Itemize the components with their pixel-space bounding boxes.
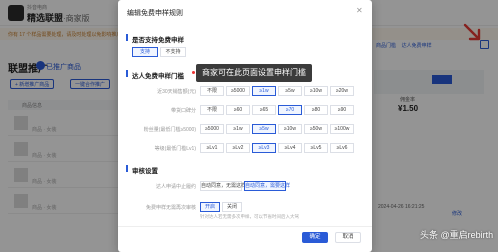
section-title-threshold: 达人免费申样门槛 xyxy=(132,73,184,80)
review-option[interactable]: 自动同意，需要这样 xyxy=(244,181,290,191)
threshold-option[interactable]: ≥Lv2 xyxy=(226,143,250,153)
threshold-option[interactable]: ≥5000 xyxy=(226,86,250,96)
review-row-label: 达人申请中止履约 xyxy=(155,184,196,190)
cancel-button[interactable]: 取消 xyxy=(335,232,361,243)
threshold-option[interactable]: ≥Lv5 xyxy=(304,143,328,153)
section-title-support: 是否支持免费申样 xyxy=(132,37,184,44)
section-marker xyxy=(126,165,128,172)
support-option[interactable]: 不支持 xyxy=(160,47,186,57)
support-option[interactable]: 支持 xyxy=(132,47,158,57)
threshold-option[interactable]: ≥Lv4 xyxy=(278,143,302,153)
threshold-option[interactable]: ≥Lv1 xyxy=(200,143,224,153)
threshold-row-label: 等级(最低门槛Lv1) xyxy=(154,146,196,152)
watermark: 头条 @重启rebirth xyxy=(420,230,494,240)
close-icon[interactable]: ✕ xyxy=(356,6,363,15)
threshold-option[interactable]: ≥5w xyxy=(252,124,276,134)
threshold-row-label: 粉丝量(最低门槛≥5000) xyxy=(143,127,196,133)
threshold-option[interactable]: ≥5000 xyxy=(200,124,224,134)
confirm-button[interactable]: 确定 xyxy=(302,232,328,243)
section-marker xyxy=(126,70,128,77)
threshold-row-label: 近30天销售额(元) xyxy=(157,89,196,95)
threshold-option[interactable]: ≥1w xyxy=(252,86,276,96)
edit-sample-rules-modal: 编辑免费申样规则 ✕ 是否支持免费申样 达人免费申样门槛 审核设置 确定 取消 … xyxy=(118,0,372,252)
review-row-label: 免费申样无需再次审核 xyxy=(145,205,196,211)
review-option[interactable]: 开启 xyxy=(200,202,220,212)
threshold-row-label: 带货口碑分 xyxy=(170,108,196,114)
review-option[interactable]: 自动同意，无需这样 xyxy=(200,181,246,191)
threshold-option[interactable]: ≥70 xyxy=(278,105,302,115)
threshold-option[interactable]: ≥10w xyxy=(304,86,328,96)
annotation-tooltip: 商家可在此页面设置申样门槛 xyxy=(196,64,312,82)
threshold-option[interactable]: ≥20w xyxy=(330,86,354,96)
review-hint: 针对达人若无需多次申样，可以节省时间后入大驾 xyxy=(200,214,299,219)
threshold-option[interactable]: ≥80 xyxy=(304,105,328,115)
footer-divider xyxy=(118,226,372,227)
threshold-option[interactable]: ≥Lv6 xyxy=(330,143,354,153)
threshold-option[interactable]: ≥100w xyxy=(330,124,354,134)
modal-title: 编辑免费申样规则 xyxy=(127,10,183,17)
section-marker xyxy=(126,34,128,41)
threshold-option[interactable]: 不限 xyxy=(200,105,224,115)
threshold-option[interactable]: ≥10w xyxy=(278,124,302,134)
threshold-option[interactable]: ≥5w xyxy=(278,86,302,96)
threshold-option[interactable]: ≥60 xyxy=(226,105,250,115)
review-option[interactable]: 关闭 xyxy=(222,202,242,212)
threshold-option[interactable]: ≥50w xyxy=(304,124,328,134)
threshold-option[interactable]: ≥65 xyxy=(252,105,276,115)
threshold-option[interactable]: ≥90 xyxy=(330,105,354,115)
section-title-review: 审核设置 xyxy=(132,168,158,175)
threshold-option[interactable]: ≥1w xyxy=(226,124,250,134)
threshold-option[interactable]: 不限 xyxy=(200,86,224,96)
threshold-option[interactable]: ≥Lv3 xyxy=(252,143,276,153)
required-marker xyxy=(192,71,195,74)
